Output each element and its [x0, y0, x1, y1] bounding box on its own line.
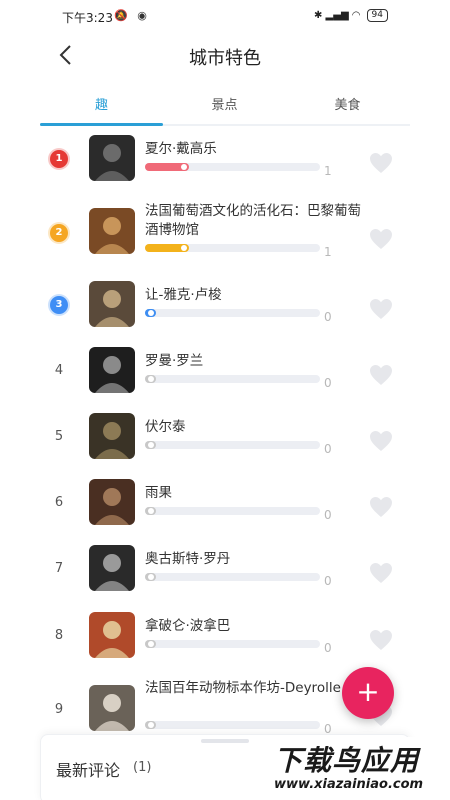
status-time: 下午3:23	[62, 11, 113, 25]
item-title: 伏尔泰	[145, 419, 186, 435]
list-item[interactable]: 2 法国葡萄酒文化的活化石：巴黎葡萄酒博物馆 1	[0, 196, 450, 262]
watermark-text: 下载鸟应用	[274, 744, 420, 777]
heart-icon[interactable]	[369, 298, 393, 320]
list-item[interactable]: 1 夏尔·戴高乐 1	[0, 130, 450, 196]
tab-fun[interactable]: 趣	[40, 94, 163, 113]
progress-knob	[147, 442, 154, 448]
progress-knob	[147, 508, 154, 514]
item-title: 拿破仑·波拿巴	[145, 618, 231, 634]
rank-badge: 3	[50, 296, 68, 314]
progress-knob	[147, 376, 154, 382]
tab-indicator	[40, 123, 163, 126]
rank-number: 4	[54, 363, 64, 378]
like-count: 0	[324, 376, 332, 390]
storefront-icon[interactable]	[89, 685, 135, 731]
heart-icon[interactable]	[369, 496, 393, 518]
tab-bar: 趣 景点 美食	[40, 88, 410, 126]
rank-number: 9	[54, 702, 64, 717]
notification-icons: 🔕 ◉	[114, 9, 150, 22]
progress-bar	[145, 721, 320, 729]
battery-icon: 94	[366, 9, 388, 22]
painting-icon[interactable]	[89, 612, 135, 658]
item-title: 让-雅克·卢梭	[145, 287, 222, 303]
like-count: 1	[324, 245, 332, 259]
progress-knob	[180, 164, 187, 170]
portrait-icon[interactable]	[89, 545, 135, 591]
comments-count: (1)	[133, 760, 152, 775]
heart-icon[interactable]	[369, 228, 393, 250]
progress-knob	[147, 310, 154, 316]
progress-knob	[147, 641, 154, 647]
rank-badge: 1	[50, 150, 68, 168]
item-title: 法国葡萄酒文化的活化石：巴黎葡萄酒博物馆	[145, 203, 361, 238]
item-title: 罗曼·罗兰	[145, 353, 204, 369]
heart-icon[interactable]	[369, 562, 393, 584]
list-item[interactable]: 8 拿破仑·波拿巴 0	[0, 607, 450, 673]
progress-bar	[145, 507, 320, 515]
progress-bar	[145, 163, 320, 171]
like-count: 0	[324, 641, 332, 655]
add-button[interactable]: +	[342, 667, 394, 719]
rank-number: 7	[54, 561, 64, 576]
like-count: 0	[324, 574, 332, 588]
list-item[interactable]: 5 伏尔泰 0	[0, 408, 450, 474]
watermark-url: www.xiazainiao.com	[274, 777, 424, 792]
portrait-icon[interactable]	[89, 479, 135, 525]
rank-number: 6	[54, 495, 64, 510]
signal-wifi-icons: ✱ ▂▄▆ ◠	[314, 10, 361, 21]
tab-food[interactable]: 美食	[286, 94, 409, 113]
museum-icon[interactable]	[89, 208, 135, 254]
like-count: 1	[324, 164, 332, 178]
progress-bar	[145, 309, 320, 317]
item-title: 雨果	[145, 485, 172, 501]
watermark-logo: 下载鸟应用 www.xiazainiao.com	[268, 737, 450, 800]
list-item[interactable]: 6 雨果 0	[0, 474, 450, 540]
progress-knob	[147, 574, 154, 580]
page-title: 城市特色	[189, 48, 261, 69]
drag-handle[interactable]	[201, 739, 249, 743]
item-title: 奥古斯特·罗丹	[145, 551, 231, 567]
item-title: 法国百年动物标本作坊-Deyrolle	[145, 680, 341, 696]
progress-bar	[145, 441, 320, 449]
portrait-icon[interactable]	[89, 413, 135, 459]
item-title: 夏尔·戴高乐	[145, 141, 217, 157]
system-status-icons: ✱ ▂▄▆ ◠ 94	[314, 9, 388, 22]
portrait-icon[interactable]	[89, 135, 135, 181]
header: 城市特色	[0, 34, 450, 78]
status-bar: 下午3:23 🔕 ◉ ✱ ▂▄▆ ◠ 94	[0, 0, 450, 34]
like-count: 0	[324, 310, 332, 324]
progress-bar	[145, 573, 320, 581]
comments-title: 最新评论	[56, 761, 121, 780]
portrait-icon[interactable]	[89, 281, 135, 327]
tab-attractions[interactable]: 景点	[163, 94, 286, 113]
rank-number: 5	[54, 429, 64, 444]
heart-icon[interactable]	[369, 152, 393, 174]
progress-knob	[147, 722, 154, 728]
heart-icon[interactable]	[369, 430, 393, 452]
like-count: 0	[324, 508, 332, 522]
portrait-icon[interactable]	[89, 347, 135, 393]
rank-number: 8	[54, 628, 64, 643]
progress-bar	[145, 244, 320, 252]
progress-bar	[145, 640, 320, 648]
list-item[interactable]: 7 奥古斯特·罗丹 0	[0, 540, 450, 606]
like-count: 0	[324, 442, 332, 456]
progress-knob	[180, 245, 187, 251]
list-item[interactable]: 3 让-雅克·卢梭 0	[0, 276, 450, 342]
progress-bar	[145, 375, 320, 383]
rank-badge: 2	[50, 224, 68, 242]
heart-icon[interactable]	[369, 364, 393, 386]
list-item[interactable]: 4 罗曼·罗兰 0	[0, 342, 450, 408]
heart-icon[interactable]	[369, 629, 393, 651]
